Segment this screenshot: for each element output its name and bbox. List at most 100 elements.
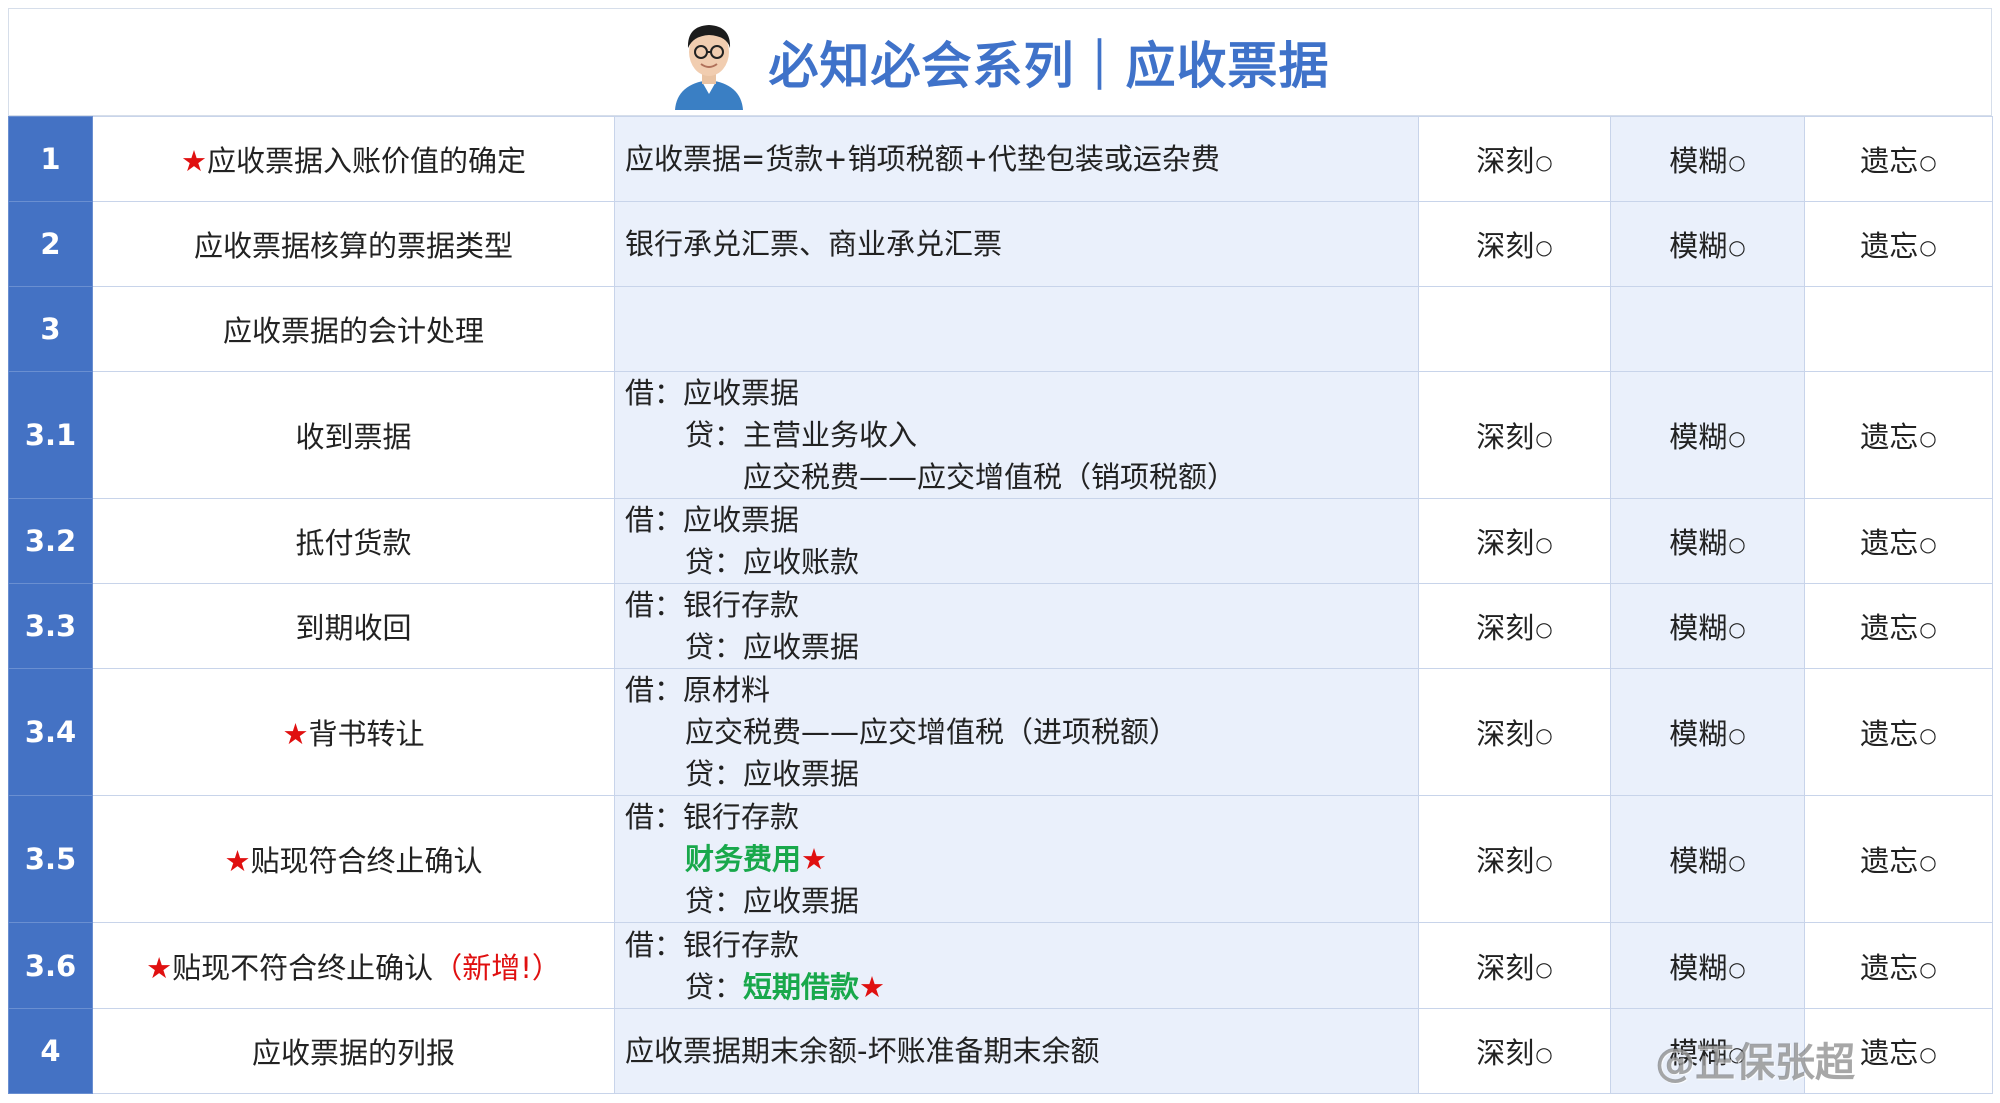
star-icon: ★	[224, 844, 251, 878]
table-row: 1 ★应收票据入账价值的确定 应收票据=货款+销项税额+代垫包装或运杂费 深刻○…	[8, 116, 1993, 202]
row-number: 2	[8, 201, 93, 287]
avatar-portrait	[674, 25, 743, 110]
row-number: 3.4	[8, 668, 93, 796]
circle-icon: ○	[1919, 426, 1937, 450]
table-row: 3.2 抵付货款 借：应收票据 贷：应收账款 深刻○ 模糊○ 遗忘○	[8, 498, 1993, 584]
row-number: 4	[8, 1008, 93, 1094]
option-deep[interactable]: 深刻○	[1418, 498, 1611, 584]
option-deep[interactable]: 深刻○	[1418, 1008, 1611, 1094]
row-topic: ★贴现不符合终止确认（新增!）	[92, 922, 615, 1009]
circle-icon: ○	[1919, 850, 1937, 874]
row-number: 1	[8, 116, 93, 202]
circle-icon: ○	[1728, 850, 1746, 874]
row-topic: 收到票据	[92, 371, 615, 499]
table-row: 3.4 ★背书转让 借：原材料 应交税费——应交增值税（进项税额） 贷：应收票据…	[8, 668, 1993, 796]
row-topic: 应收票据核算的票据类型	[92, 201, 615, 287]
circle-icon: ○	[1919, 150, 1937, 174]
option-vague[interactable]: 模糊○	[1610, 371, 1805, 499]
row-content: 应收票据=货款+销项税额+代垫包装或运杂费	[614, 116, 1419, 202]
option-forgot[interactable]: 遗忘○	[1804, 371, 1993, 499]
circle-icon: ○	[1919, 723, 1937, 747]
table-row: 2 应收票据核算的票据类型 银行承兑汇票、商业承兑汇票 深刻○ 模糊○ 遗忘○	[8, 201, 1993, 287]
circle-icon: ○	[1535, 150, 1553, 174]
option-forgot[interactable]: 遗忘○	[1804, 116, 1993, 202]
circle-icon: ○	[1535, 235, 1553, 259]
row-number: 3.6	[8, 922, 93, 1009]
row-content: 借：应收票据 贷：应收账款	[614, 498, 1419, 584]
option-forgot[interactable]: 遗忘○	[1804, 498, 1993, 584]
option-forgot[interactable]: 遗忘○	[1804, 795, 1993, 923]
header: 必知必会系列｜应收票据	[8, 8, 1992, 116]
star-icon: ★	[180, 144, 207, 178]
circle-icon: ○	[1728, 723, 1746, 747]
star-icon: ★	[859, 969, 886, 1004]
option-empty	[1418, 286, 1611, 372]
option-vague[interactable]: 模糊○	[1610, 201, 1805, 287]
row-number: 3	[8, 286, 93, 372]
circle-icon: ○	[1535, 426, 1553, 450]
option-empty	[1804, 286, 1993, 372]
row-content	[614, 286, 1419, 372]
circle-icon: ○	[1535, 617, 1553, 641]
row-topic: ★贴现符合终止确认	[92, 795, 615, 923]
row-topic: ★应收票据入账价值的确定	[92, 116, 615, 202]
option-deep[interactable]: 深刻○	[1418, 795, 1611, 923]
option-forgot[interactable]: 遗忘○	[1804, 583, 1993, 669]
watermark: @正保张超	[1655, 1040, 1855, 1086]
star-icon: ★	[801, 842, 828, 876]
option-deep[interactable]: 深刻○	[1418, 922, 1611, 1009]
table-row: 3.3 到期收回 借：银行存款 贷：应收票据 深刻○ 模糊○ 遗忘○	[8, 583, 1993, 669]
table-row: 3 应收票据的会计处理	[8, 286, 1993, 372]
circle-icon: ○	[1728, 150, 1746, 174]
option-vague[interactable]: 模糊○	[1610, 795, 1805, 923]
row-number: 3.3	[8, 583, 93, 669]
option-vague[interactable]: 模糊○	[1610, 922, 1805, 1009]
table-row: 3.6 ★贴现不符合终止确认（新增!） 借：银行存款 贷：短期借款★ 深刻○ 模…	[8, 922, 1993, 1009]
circle-icon: ○	[1919, 617, 1937, 641]
circle-icon: ○	[1535, 956, 1553, 981]
circle-icon: ○	[1535, 532, 1553, 556]
row-number: 3.5	[8, 795, 93, 923]
row-number: 3.2	[8, 498, 93, 584]
option-vague[interactable]: 模糊○	[1610, 668, 1805, 796]
page-title: 必知必会系列｜应收票据	[768, 37, 1330, 95]
row-content: 应收票据期末余额-坏账准备期末余额	[614, 1008, 1419, 1094]
star-icon: ★	[282, 717, 309, 751]
avatar	[671, 14, 747, 110]
circle-icon: ○	[1919, 532, 1937, 556]
circle-icon: ○	[1728, 426, 1746, 450]
row-content: 借：银行存款 财务费用★ 贷：应收票据	[614, 795, 1419, 923]
circle-icon: ○	[1919, 1042, 1937, 1066]
option-deep[interactable]: 深刻○	[1418, 201, 1611, 287]
row-content: 银行承兑汇票、商业承兑汇票	[614, 201, 1419, 287]
knowledge-table: 1 ★应收票据入账价值的确定 应收票据=货款+销项税额+代垫包装或运杂费 深刻○…	[8, 116, 1993, 1094]
table-row: 3.1 收到票据 借：应收票据 贷：主营业务收入 应交税费——应交增值税（销项税…	[8, 371, 1993, 499]
row-topic: 应收票据的会计处理	[92, 286, 615, 372]
circle-icon: ○	[1919, 235, 1937, 259]
option-deep[interactable]: 深刻○	[1418, 583, 1611, 669]
option-vague[interactable]: 模糊○	[1610, 498, 1805, 584]
option-forgot[interactable]: 遗忘○	[1804, 668, 1993, 796]
new-badge: （新增!）	[433, 950, 561, 985]
option-deep[interactable]: 深刻○	[1418, 116, 1611, 202]
row-topic: 应收票据的列报	[92, 1008, 615, 1094]
option-vague[interactable]: 模糊○	[1610, 583, 1805, 669]
table-row: 3.5 ★贴现符合终止确认 借：银行存款 财务费用★ 贷：应收票据 深刻○ 模糊…	[8, 795, 1993, 923]
row-number: 3.1	[8, 371, 93, 499]
option-forgot[interactable]: 遗忘○	[1804, 922, 1993, 1009]
option-vague[interactable]: 模糊○	[1610, 116, 1805, 202]
row-topic: 抵付货款	[92, 498, 615, 584]
star-icon: ★	[146, 950, 173, 985]
circle-icon: ○	[1728, 532, 1746, 556]
option-empty	[1610, 286, 1805, 372]
circle-icon: ○	[1919, 956, 1937, 981]
row-content: 借：银行存款 贷：应收票据	[614, 583, 1419, 669]
circle-icon: ○	[1728, 235, 1746, 259]
option-deep[interactable]: 深刻○	[1418, 371, 1611, 499]
row-content: 借：原材料 应交税费——应交增值税（进项税额） 贷：应收票据	[614, 668, 1419, 796]
row-content: 借：应收票据 贷：主营业务收入 应交税费——应交增值税（销项税额）	[614, 371, 1419, 499]
row-topic: 到期收回	[92, 583, 615, 669]
circle-icon: ○	[1535, 723, 1553, 747]
option-deep[interactable]: 深刻○	[1418, 668, 1611, 796]
option-forgot[interactable]: 遗忘○	[1804, 201, 1993, 287]
